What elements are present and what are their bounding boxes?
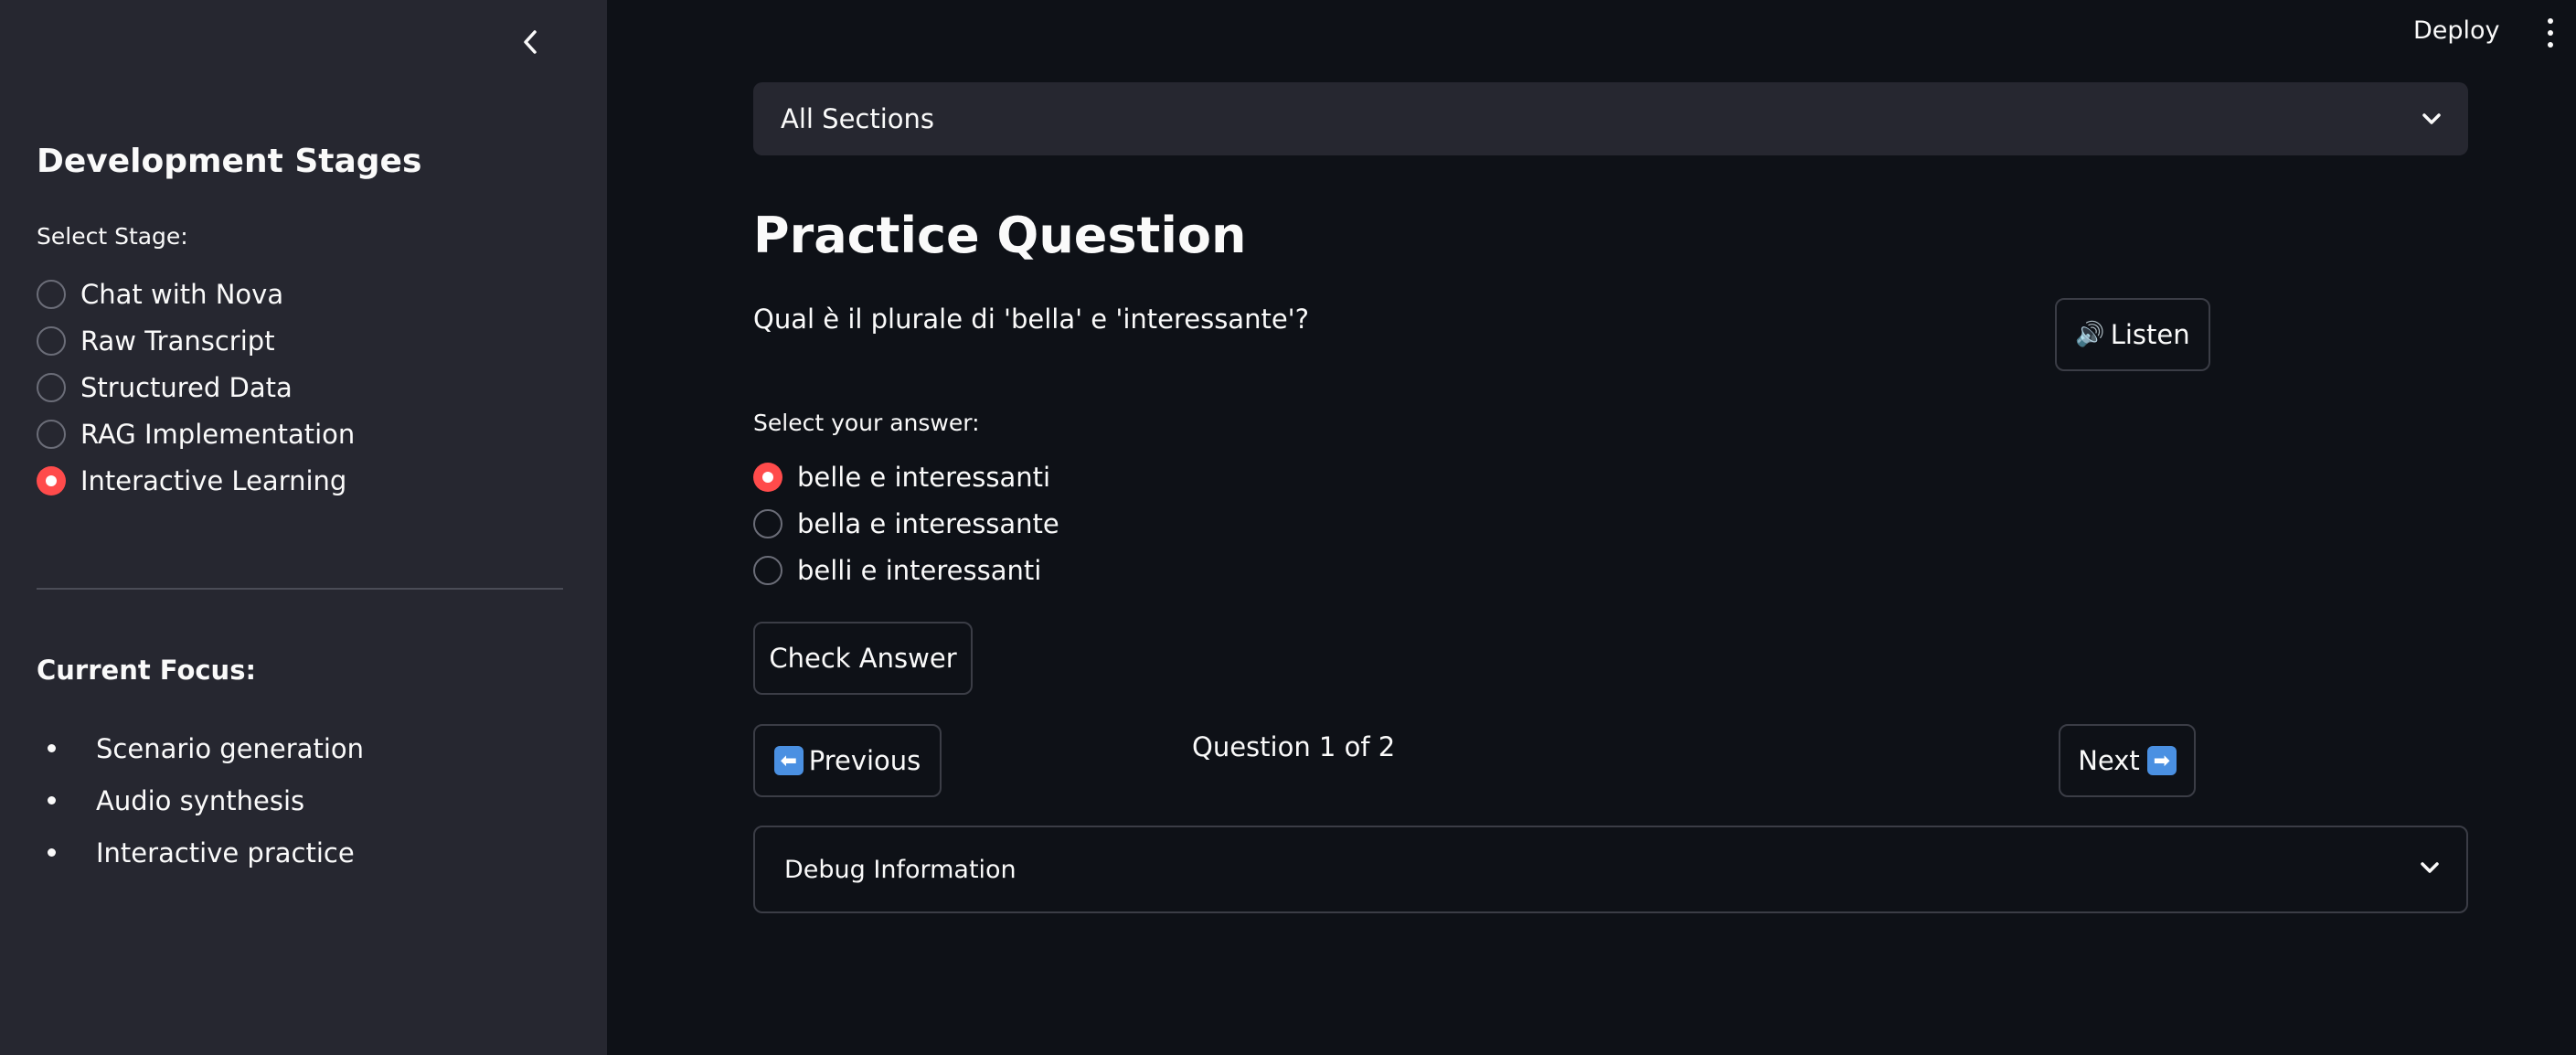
section-select-value: All Sections [781, 103, 935, 134]
answer-option-2[interactable]: bella e interessante [753, 500, 1059, 547]
page-title: Practice Question [753, 207, 1247, 264]
debug-expander-label: Debug Information [784, 855, 1017, 884]
radio-button-icon[interactable] [37, 325, 66, 356]
next-button[interactable]: Next ➡ [2059, 724, 2196, 797]
chevron-down-icon [2422, 113, 2441, 124]
sidebar: Development Stages Select Stage: Chat wi… [0, 0, 607, 1055]
focus-item-label: Scenario generation [96, 732, 365, 764]
section-select[interactable]: All Sections [753, 82, 2468, 155]
speaker-icon: 🔊 [2075, 321, 2105, 348]
left-arrow-icon: ⬅ [773, 746, 804, 775]
stage-select-label: Select Stage: [37, 223, 188, 250]
stage-option-structured-data[interactable]: Structured Data [37, 364, 355, 410]
previous-button-label: Previous [808, 745, 921, 776]
answer-select-label: Select your answer: [753, 410, 980, 436]
listen-button[interactable]: 🔊 Listen [2055, 298, 2210, 371]
app-root: Development Stages Select Stage: Chat wi… [0, 0, 2576, 1055]
stage-option-interactive-learning[interactable]: Interactive Learning [37, 457, 355, 504]
radio-button-icon[interactable] [37, 279, 66, 309]
focus-list: Scenario generation Audio synthesis Inte… [37, 722, 364, 879]
stage-option-rag-implementation[interactable]: RAG Implementation [37, 410, 355, 457]
focus-item-label: Interactive practice [96, 837, 355, 869]
radio-button-selected-icon[interactable] [37, 465, 66, 496]
listen-button-label: Listen [2110, 319, 2190, 350]
next-button-label: Next [2078, 745, 2140, 776]
previous-button[interactable]: ⬅ Previous [753, 724, 942, 797]
radio-button-icon[interactable] [753, 508, 782, 538]
bullet-icon [48, 796, 56, 805]
radio-button-icon[interactable] [37, 419, 66, 449]
chevron-left-icon [524, 30, 537, 54]
answer-option-label: bella e interessante [797, 507, 1059, 539]
sidebar-title: Development Stages [37, 143, 422, 180]
sidebar-divider [37, 588, 563, 590]
vertical-dots-icon [2548, 29, 2553, 36]
stage-option-label: Structured Data [80, 371, 293, 403]
vertical-dots-icon [2548, 17, 2553, 24]
chevron-down-icon [2421, 862, 2439, 873]
answer-option-label: belli e interessanti [797, 554, 1042, 586]
collapse-sidebar-button[interactable] [508, 20, 552, 64]
answer-option-label: belle e interessanti [797, 461, 1051, 493]
vertical-dots-icon [2548, 42, 2553, 48]
question-counter: Question 1 of 2 [1192, 731, 1396, 762]
focus-item-label: Audio synthesis [96, 784, 305, 816]
question-text: Qual è il plurale di 'bella' e 'interess… [753, 304, 1310, 335]
list-item: Audio synthesis [37, 774, 364, 826]
main-menu-button[interactable] [2541, 15, 2560, 51]
right-arrow-icon: ➡ [2146, 746, 2177, 775]
stage-option-raw-transcript[interactable]: Raw Transcript [37, 317, 355, 364]
list-item: Scenario generation [37, 722, 364, 774]
radio-button-icon[interactable] [37, 372, 66, 402]
answer-option-3[interactable]: belli e interessanti [753, 547, 1059, 593]
stage-option-label: Interactive Learning [80, 464, 347, 496]
bullet-icon [48, 848, 56, 857]
stage-option-chat-with-nova[interactable]: Chat with Nova [37, 271, 355, 317]
stage-option-label: RAG Implementation [80, 418, 356, 450]
deploy-button[interactable]: Deploy [2413, 16, 2500, 45]
list-item: Interactive practice [37, 826, 364, 879]
answer-radio-group: belle e interessanti bella e interessant… [753, 453, 1059, 593]
stage-option-label: Chat with Nova [80, 278, 284, 310]
debug-information-expander[interactable]: Debug Information [753, 826, 2468, 913]
stage-option-label: Raw Transcript [80, 325, 275, 357]
radio-button-selected-icon[interactable] [753, 462, 782, 492]
stage-radio-group: Chat with Nova Raw Transcript Structured… [37, 271, 355, 504]
answer-option-1[interactable]: belle e interessanti [753, 453, 1059, 500]
bullet-icon [48, 744, 56, 752]
radio-button-icon[interactable] [753, 555, 782, 585]
check-answer-button[interactable]: Check Answer [753, 622, 973, 695]
current-focus-title: Current Focus: [37, 655, 257, 686]
